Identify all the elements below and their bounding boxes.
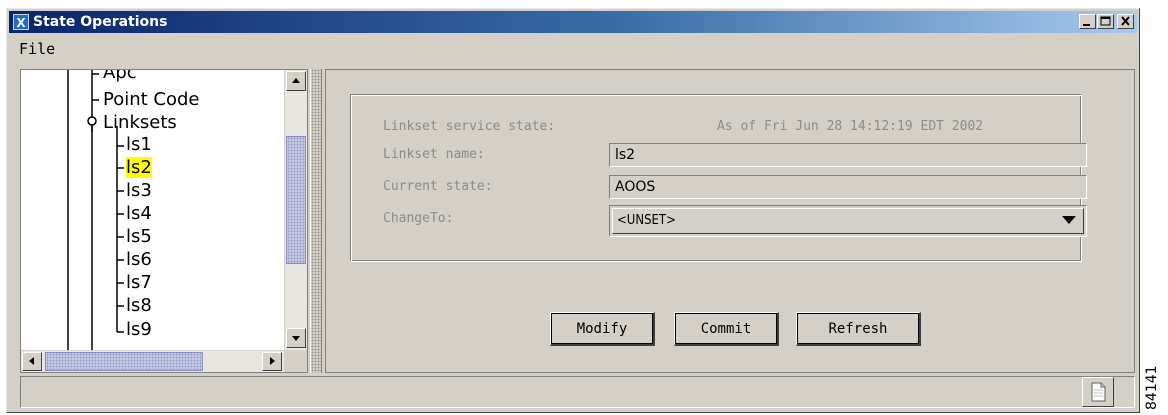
change-to-dropdown[interactable]: <UNSET>: [609, 205, 1087, 237]
arrow-down-icon: [292, 336, 300, 341]
tree-pane: Apc Point Code Linksets ls1 ls2 ls3 ls4 …: [20, 69, 308, 373]
tree-node-linksets[interactable]: Linksets: [103, 112, 177, 134]
pane-splitter[interactable]: [310, 69, 322, 373]
linkset-name-field: ls2: [609, 143, 1087, 167]
scroll-right-button[interactable]: [262, 352, 282, 371]
tree-vertical-scrollbar[interactable]: [285, 70, 307, 350]
scroll-up-button[interactable]: [286, 71, 306, 91]
maximize-button[interactable]: [1097, 14, 1114, 29]
horizontal-scroll-thumb[interactable]: [45, 352, 203, 371]
tree-node-ls8[interactable]: ls8: [126, 295, 152, 317]
linkset-name-label: Linkset name:: [383, 147, 485, 162]
menu-bar: File: [9, 36, 1137, 60]
tree-node-ls9[interactable]: ls9: [126, 319, 152, 341]
tree-node-apc[interactable]: Apc: [103, 70, 137, 84]
tree-node-ls5[interactable]: ls5: [126, 226, 152, 248]
close-button[interactable]: [1117, 14, 1134, 29]
figure-id-label: 84141: [1144, 365, 1160, 410]
state-timestamp: As of Fri Jun 28 14:12:19 EDT 2002: [717, 119, 984, 134]
window-title: State Operations: [33, 14, 168, 30]
change-to-label: ChangeTo:: [383, 211, 454, 226]
modify-button[interactable]: Modify: [550, 312, 655, 346]
refresh-button[interactable]: Refresh: [796, 312, 921, 346]
change-to-selected-value[interactable]: <UNSET>: [612, 208, 1084, 234]
current-state-label: Current state:: [383, 179, 493, 194]
title-bar[interactable]: X State Operations: [9, 11, 1137, 33]
tree-node-ls3[interactable]: ls3: [126, 180, 152, 202]
status-bar: [20, 376, 1135, 408]
app-icon: X: [13, 14, 29, 30]
minimize-button[interactable]: [1079, 14, 1096, 29]
commit-button[interactable]: Commit: [674, 312, 779, 346]
tree-node-ls7[interactable]: ls7: [126, 272, 152, 294]
maximize-icon: [1100, 16, 1111, 26]
tree-node-ls2[interactable]: ls2: [126, 157, 152, 179]
tree-horizontal-scrollbar[interactable]: [21, 351, 284, 372]
arrow-right-icon: [270, 357, 275, 365]
menu-file[interactable]: File: [19, 40, 55, 58]
tree-node-ls1[interactable]: ls1: [126, 134, 152, 156]
linkset-details-group: Linkset service state: As of Fri Jun 28 …: [350, 94, 1087, 262]
scroll-down-button[interactable]: [286, 328, 306, 348]
scroll-left-button[interactable]: [22, 352, 42, 371]
arrow-up-icon: [292, 78, 300, 83]
vertical-scroll-thumb[interactable]: [286, 136, 306, 264]
status-document-button[interactable]: [1082, 377, 1114, 407]
document-icon: [1091, 382, 1106, 402]
tree-node-ls6[interactable]: ls6: [126, 249, 152, 271]
current-state-field: AOOS: [609, 175, 1087, 199]
close-icon: [1121, 16, 1130, 26]
tree-node-ls4[interactable]: ls4: [126, 203, 152, 225]
expanded-node-icon[interactable]: [85, 115, 99, 133]
state-operations-window: X State Operations File Apc Point Code L…: [6, 8, 1140, 413]
tree-view[interactable]: Apc Point Code Linksets ls1 ls2 ls3 ls4 …: [21, 70, 284, 350]
service-state-label: Linkset service state:: [383, 119, 556, 134]
window-controls: [1079, 14, 1134, 29]
tree-node-point-code[interactable]: Point Code: [103, 89, 200, 111]
chevron-down-icon[interactable]: [1062, 216, 1076, 224]
detail-pane: Linkset service state: As of Fri Jun 28 …: [325, 69, 1135, 373]
arrow-left-icon: [29, 357, 34, 365]
minimize-icon: [1083, 24, 1090, 26]
